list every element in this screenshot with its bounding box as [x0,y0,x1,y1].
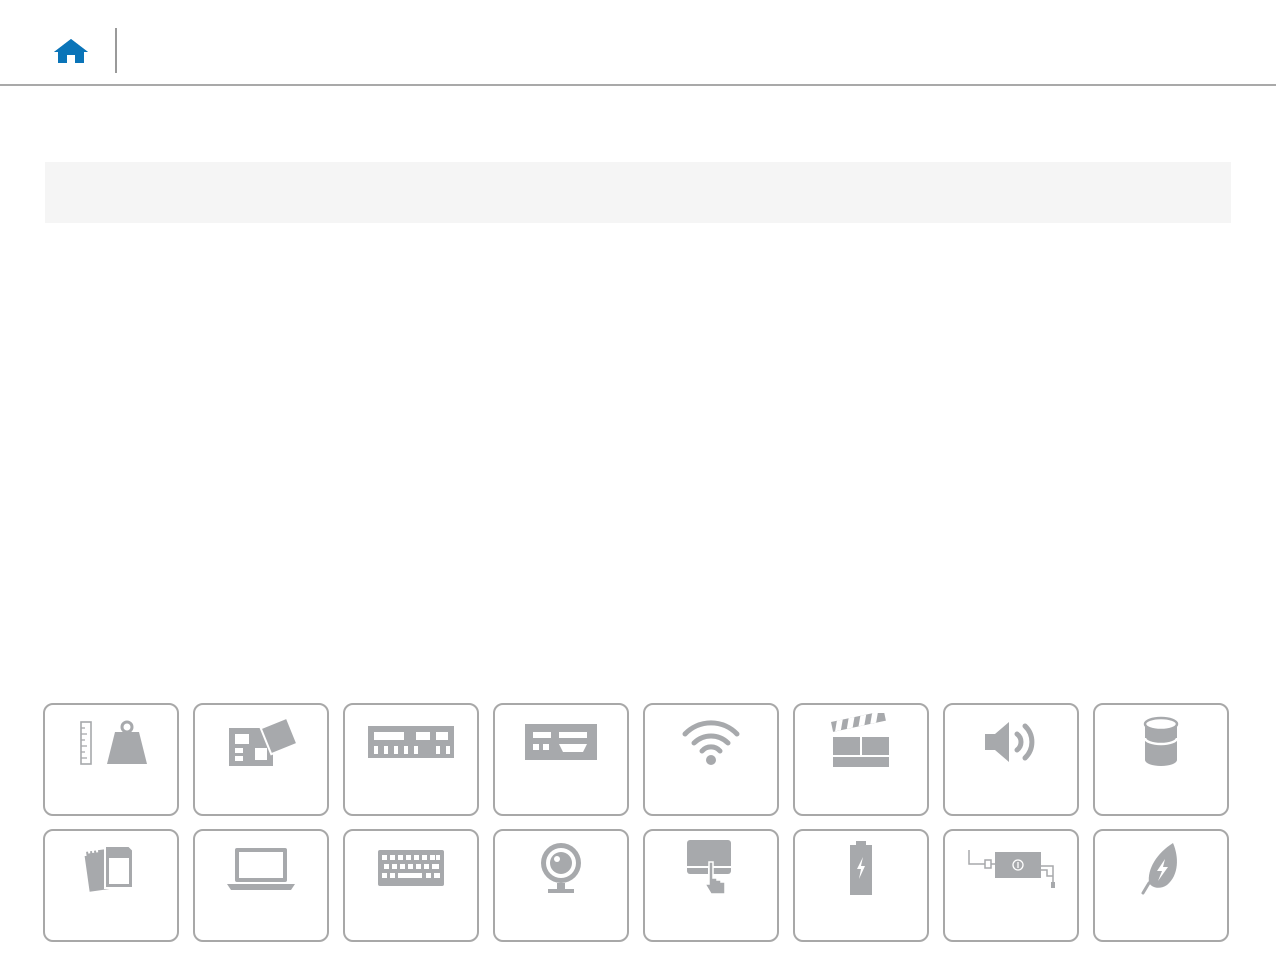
tile-system-board[interactable] [193,703,329,816]
leaf-icon [1141,843,1177,895]
clapperboard-icon [831,713,889,767]
tile-touchpad[interactable] [643,829,779,942]
wifi-icon [682,720,740,765]
tile-communications[interactable] [643,703,779,816]
ruler-weight-icon [80,720,147,765]
media-card-icon [84,845,134,892]
tile-memory[interactable] [343,703,479,816]
tile-storage[interactable] [1093,703,1229,816]
home-button[interactable] [50,36,92,66]
tile-camera[interactable] [493,829,629,942]
motherboard-icon [229,716,299,766]
tile-keyboard[interactable] [343,829,479,942]
storage-cylinder-icon [1143,716,1179,766]
memory-module-icon [368,726,454,758]
tile-battery[interactable] [793,829,929,942]
tile-media-card-reader[interactable] [43,829,179,942]
tile-environment[interactable] [1093,829,1229,942]
power-adapter-icon [968,850,1055,888]
tile-power-adapter[interactable] [943,829,1079,942]
tile-ports-connectors[interactable] [493,703,629,816]
tile-video[interactable] [793,703,929,816]
ports-icon [525,724,597,760]
battery-icon [850,841,872,895]
tile-dimensions-weight[interactable] [43,703,179,816]
laptop-icon [227,848,295,890]
tile-display[interactable] [193,829,329,942]
touchpad-icon [687,840,731,895]
webcam-icon [541,843,581,893]
tile-audio[interactable] [943,703,1079,816]
section-title-bar [45,162,1231,223]
keyboard-icon [378,850,444,886]
header-divider [115,28,117,73]
speaker-icon [985,722,1035,762]
home-icon [54,39,88,63]
top-header [0,0,1276,86]
